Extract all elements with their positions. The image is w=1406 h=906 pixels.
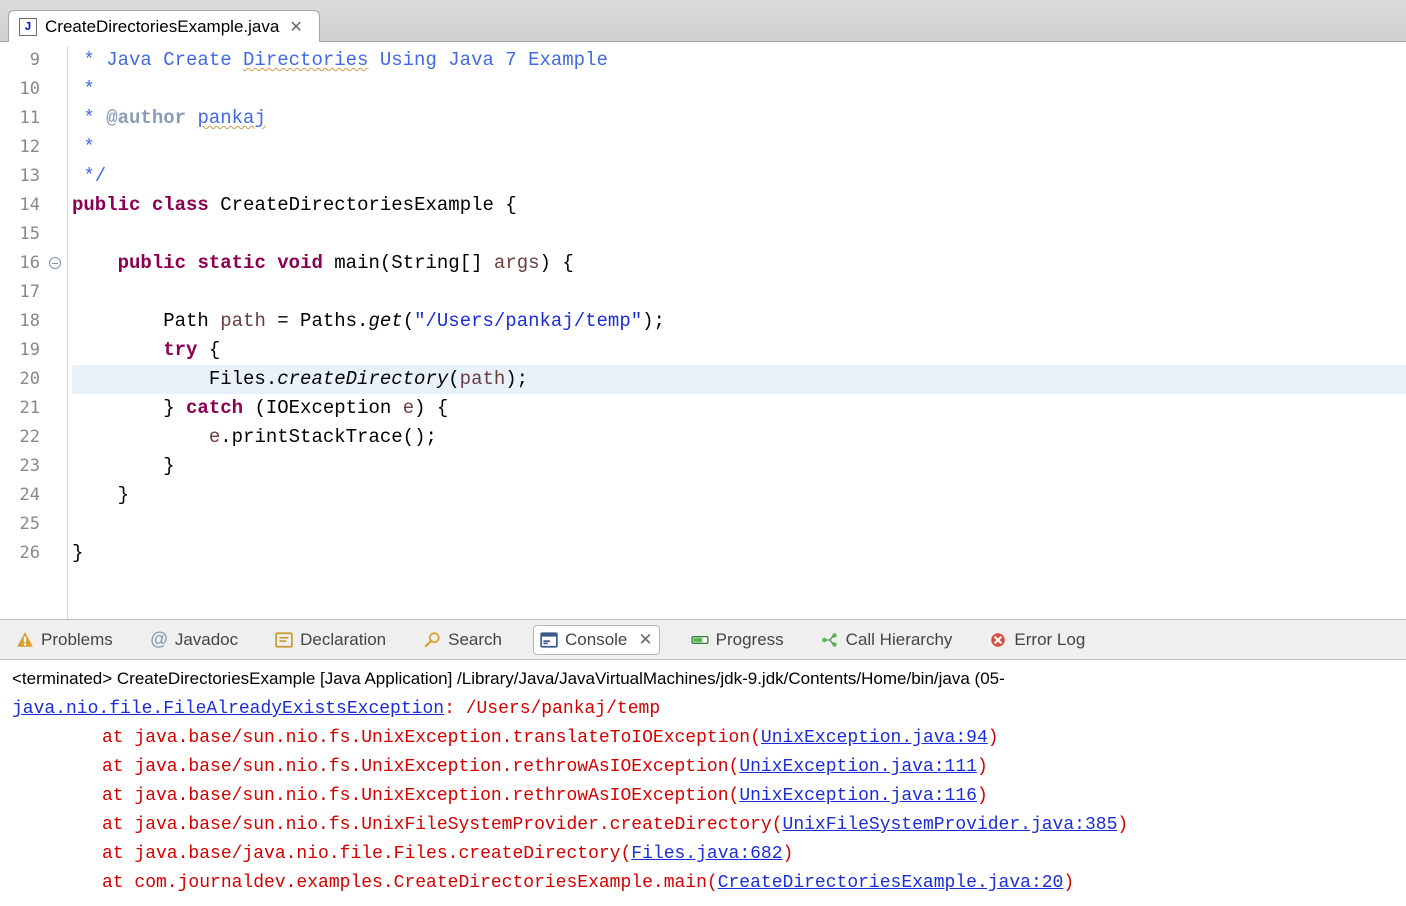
- exception-message: /Users/pankaj/temp: [466, 699, 660, 719]
- editor-tab-filename: CreateDirectoriesExample.java: [45, 17, 279, 37]
- stack-trace-line: at java.base/sun.nio.fs.UnixFileSystemPr…: [12, 811, 1402, 840]
- view-tab-console[interactable]: Console ✕: [533, 625, 660, 655]
- editor-tabbar: J CreateDirectoriesExample.java ✕: [0, 0, 1406, 42]
- code-line[interactable]: */: [72, 162, 1406, 191]
- code-line[interactable]: Files.createDirectory(path);: [72, 365, 1406, 394]
- view-tab-close-icon[interactable]: ✕: [638, 630, 652, 650]
- console-icon: [540, 631, 558, 649]
- view-tab-callhier[interactable]: Call Hierarchy: [815, 626, 959, 654]
- progress-icon: [691, 631, 709, 649]
- code-line[interactable]: } catch (IOException e) {: [72, 394, 1406, 423]
- stack-trace-link[interactable]: UnixException.java:94: [761, 728, 988, 748]
- code-line[interactable]: * Java Create Directories Using Java 7 E…: [72, 46, 1406, 75]
- console-status: <terminated> CreateDirectoriesExample [J…: [12, 664, 1402, 693]
- editor-tab-close-icon[interactable]: ✕: [287, 17, 304, 37]
- stack-trace-link[interactable]: CreateDirectoriesExample.java:20: [718, 873, 1064, 893]
- code-editor[interactable]: 91011121314151617181920212223242526 * Ja…: [0, 42, 1406, 620]
- stack-trace: at java.base/sun.nio.fs.UnixException.tr…: [12, 724, 1402, 898]
- javadoc-icon: @: [150, 631, 168, 649]
- stack-trace-line: at java.base/java.nio.file.Files.createD…: [12, 840, 1402, 869]
- stack-trace-line: at com.journaldev.examples.CreateDirecto…: [12, 869, 1402, 898]
- view-tab-label: Error Log: [1014, 630, 1085, 650]
- view-tab-label: Progress: [716, 630, 784, 650]
- java-file-icon: J: [19, 18, 37, 36]
- view-tab-label: Problems: [41, 630, 113, 650]
- code-line[interactable]: public static void main(String[] args) {: [72, 249, 1406, 278]
- code-line[interactable]: }: [72, 452, 1406, 481]
- view-tab-label: Javadoc: [175, 630, 238, 650]
- code-line[interactable]: * @author pankaj: [72, 104, 1406, 133]
- view-tab-label: Declaration: [300, 630, 386, 650]
- stack-trace-line: at java.base/sun.nio.fs.UnixException.tr…: [12, 724, 1402, 753]
- view-tab-search[interactable]: Search: [417, 626, 508, 654]
- view-tab-label: Console: [565, 630, 627, 650]
- code-line[interactable]: [72, 278, 1406, 307]
- problems-icon: [16, 631, 34, 649]
- declaration-icon: [275, 631, 293, 649]
- code-line[interactable]: Path path = Paths.get("/Users/pankaj/tem…: [72, 307, 1406, 336]
- errorlog-icon: [989, 631, 1007, 649]
- view-tab-javadoc[interactable]: @ Javadoc: [144, 626, 244, 654]
- exception-class[interactable]: java.nio.file.FileAlreadyExistsException: [12, 699, 444, 719]
- stack-trace-link[interactable]: Files.java:682: [631, 844, 782, 864]
- view-tab-declaration[interactable]: Declaration: [269, 626, 392, 654]
- stack-trace-line: at java.base/sun.nio.fs.UnixException.re…: [12, 782, 1402, 811]
- code-line[interactable]: e.printStackTrace();: [72, 423, 1406, 452]
- line-number-gutter: 91011121314151617181920212223242526: [0, 46, 46, 619]
- callhier-icon: [821, 631, 839, 649]
- code-line[interactable]: [72, 510, 1406, 539]
- code-line[interactable]: }: [72, 539, 1406, 568]
- view-tab-problems[interactable]: Problems: [10, 626, 119, 654]
- code-line[interactable]: }: [72, 481, 1406, 510]
- stack-trace-line: at java.base/sun.nio.fs.UnixException.re…: [12, 753, 1402, 782]
- search-icon: [423, 631, 441, 649]
- code-line[interactable]: try {: [72, 336, 1406, 365]
- bottom-view-tabs: Problems @ Javadoc Declaration Search Console…: [0, 620, 1406, 660]
- code-line[interactable]: public class CreateDirectoriesExample {: [72, 191, 1406, 220]
- view-tab-label: Search: [448, 630, 502, 650]
- stack-trace-link[interactable]: UnixFileSystemProvider.java:385: [783, 815, 1118, 835]
- code-line[interactable]: *: [72, 75, 1406, 104]
- console-view: <terminated> CreateDirectoriesExample [J…: [0, 660, 1406, 906]
- editor-tab[interactable]: J CreateDirectoriesExample.java ✕: [8, 10, 320, 42]
- fold-toggle-icon[interactable]: [49, 257, 61, 269]
- stack-trace-link[interactable]: UnixException.java:111: [739, 757, 977, 777]
- ide-root: J CreateDirectoriesExample.java ✕ 910111…: [0, 0, 1406, 906]
- exception-line: java.nio.file.FileAlreadyExistsException…: [12, 695, 1402, 724]
- view-tab-label: Call Hierarchy: [846, 630, 953, 650]
- view-tab-progress[interactable]: Progress: [685, 626, 790, 654]
- code-line[interactable]: *: [72, 133, 1406, 162]
- code-body[interactable]: * Java Create Directories Using Java 7 E…: [68, 46, 1406, 619]
- code-line[interactable]: [72, 220, 1406, 249]
- view-tab-errorlog[interactable]: Error Log: [983, 626, 1091, 654]
- stack-trace-link[interactable]: UnixException.java:116: [739, 786, 977, 806]
- fold-gutter: [46, 46, 68, 619]
